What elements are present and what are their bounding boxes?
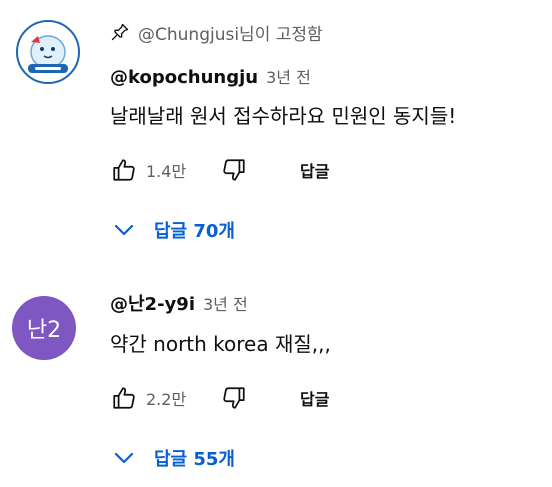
comment-text: 약간 north korea 재질,,, [110,332,331,356]
chevron-down-icon [114,452,134,464]
thumbs-down-icon [223,387,245,409]
pinned-text: @Chungjusi님이 고정함 [138,24,323,45]
dislike-button[interactable] [216,152,252,188]
comment-text: 날래날래 원서 접수하라요 민원인 동지들! [110,104,457,128]
avatar[interactable]: 난2 [12,296,76,360]
reply-button[interactable]: 답글 [292,380,337,416]
author-name[interactable]: @kopochungju [110,67,258,88]
pin-icon [111,23,129,41]
avatar-initials: 난2 [26,318,62,343]
timestamp[interactable]: 3년 전 [266,64,311,88]
avatar[interactable] [16,20,80,84]
pinned-label: @Chungjusi님이 고정함 [110,18,323,46]
comment-thread: @Chungjusi님이 고정함 @kopochungju 3년 전 날래날래 … [0,0,552,262]
view-replies-button[interactable]: 답글 55개 [112,438,235,478]
view-replies-button[interactable]: 답글 70개 [112,210,235,250]
dislike-button[interactable] [216,380,252,416]
chungju-logo-icon [19,23,77,81]
comment-thread: 난2 @난2-y9i 3년 전 약간 north korea 재질,,, 2.2… [0,272,552,487]
chevron-down-icon [114,224,134,236]
thumbs-up-icon [113,387,135,409]
view-replies-label: 답글 55개 [154,449,235,470]
like-button[interactable] [106,380,142,416]
like-button[interactable] [106,152,142,188]
view-replies-label: 답글 70개 [154,221,235,242]
comment-actions: 2.2만 답글 [106,380,337,416]
author-line: @kopochungju 3년 전 [110,64,311,88]
thumbs-down-icon [223,159,245,181]
timestamp[interactable]: 3년 전 [203,291,248,315]
comment-actions: 1.4만 답글 [106,152,337,188]
reply-button[interactable]: 답글 [292,152,337,188]
author-name[interactable]: @난2-y9i [110,290,195,316]
like-count: 2.2만 [146,390,187,409]
author-line: @난2-y9i 3년 전 [110,290,248,316]
like-count: 1.4만 [146,162,187,181]
thumbs-up-icon [113,159,135,181]
